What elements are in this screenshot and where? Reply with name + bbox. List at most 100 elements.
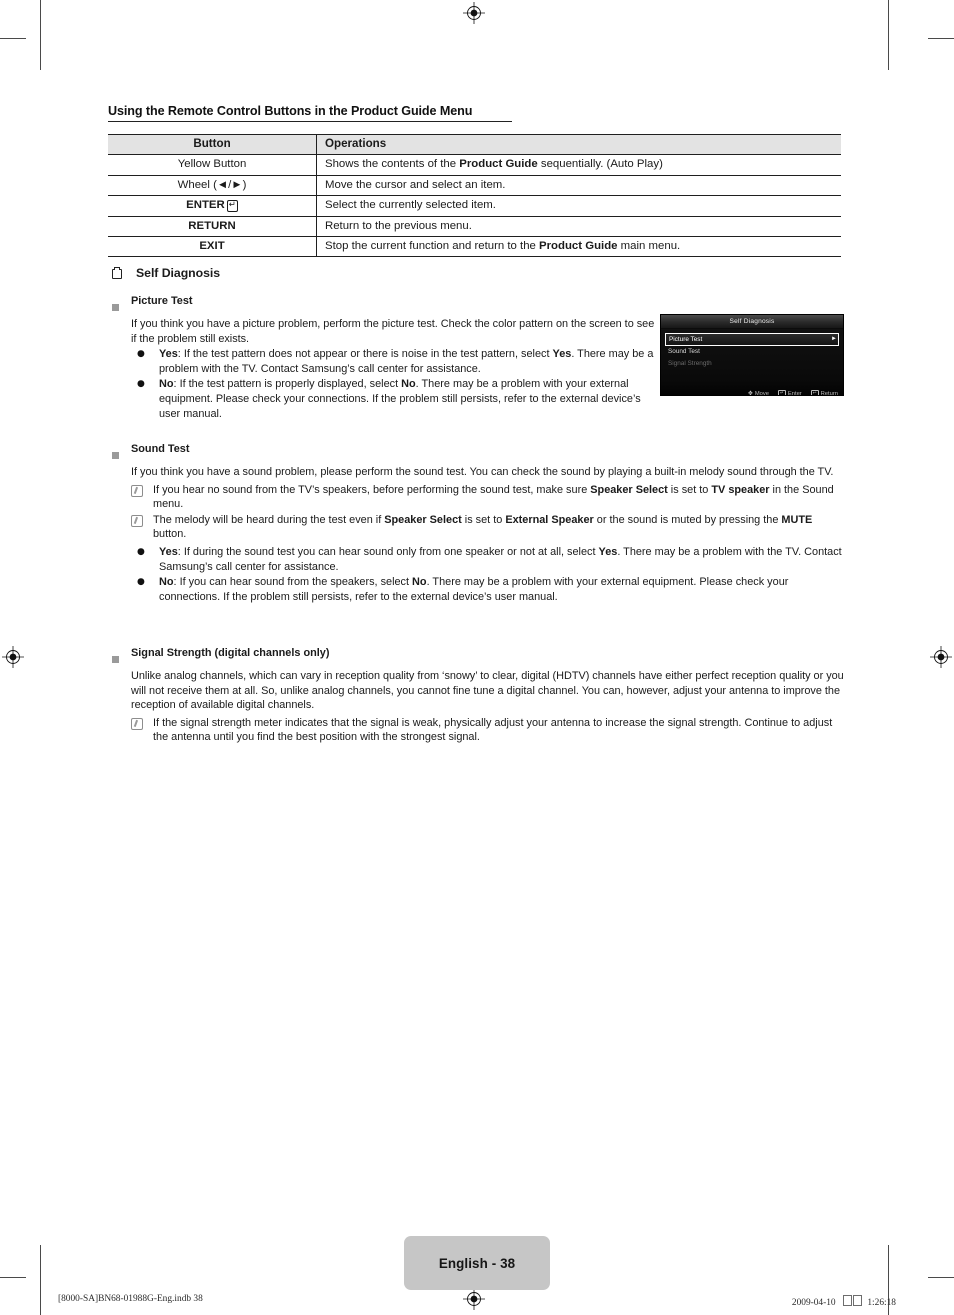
note-text: The melody will be heard during the test… [153, 513, 845, 542]
note-pencil-icon [131, 716, 153, 730]
note-pencil-icon [131, 513, 153, 527]
button-label: RETURN [188, 219, 236, 232]
button-label: EXIT [199, 240, 225, 253]
body-text: is set to [461, 513, 506, 526]
body-text: Return to the previous menu. [325, 219, 472, 232]
body-text: : If you can hear sound from the speaker… [173, 576, 413, 589]
list-item: ● Yes: If during the sound test you can h… [131, 545, 845, 574]
body-text: : If during the sound test you can hear … [177, 545, 599, 558]
button-label: ENTER [186, 198, 225, 211]
page-title: Using the Remote Control Buttons in the … [108, 104, 846, 122]
page-title-underline [108, 121, 512, 122]
crop-mark-bottom-left [40, 1245, 41, 1315]
osd-hint: ↩ Return [810, 390, 838, 396]
print-time: 1:26:18 [867, 1298, 896, 1308]
registration-mark-left [2, 646, 24, 668]
sound-test-title: Sound Test [131, 443, 190, 455]
emphasis-text: No [401, 378, 416, 391]
osd-menu-item-label: Signal Strength [668, 360, 712, 367]
filled-square-icon [112, 646, 131, 668]
note-item: If the signal strength meter indicates t… [131, 716, 845, 745]
picture-test-title: Picture Test [131, 295, 193, 307]
body-text: If the signal strength meter indicates t… [153, 716, 833, 744]
emphasis-text: Speaker Select [590, 483, 668, 496]
emphasis-text: Yes [159, 348, 178, 361]
signal-strength-notes: If the signal strength meter indicates t… [112, 716, 845, 745]
section-self-diagnosis-title: Self Diagnosis [136, 266, 221, 280]
subsection-sound-test: Sound Test If you think you have a sound… [112, 442, 845, 604]
emphasis-text: MUTE [781, 513, 813, 526]
note-text: If you hear no sound from the TV’s speak… [153, 483, 845, 512]
osd-hint-label: Return [820, 390, 838, 396]
body-text: The melody will be heard during the test… [153, 513, 385, 526]
osd-hint: ↵ Enter [778, 390, 802, 396]
crop-mark-right-bottom [928, 1277, 954, 1278]
picture-test-header: Picture Test [112, 294, 656, 316]
tv-osd-screenshot: Self Diagnosis Picture Test ► Sound Test Si… [660, 314, 844, 396]
body-text: Stop the current function and return to … [325, 240, 540, 253]
osd-menu-item[interactable]: Signal Strength [665, 358, 839, 370]
emphasis-text: No [159, 378, 174, 391]
table-cell-operations: Select the currently selected item. [316, 195, 841, 217]
bullet-dot-icon: ● [137, 349, 145, 360]
emphasis-text: Yes [598, 545, 618, 558]
osd-footer-hints: ✥ Move ↵ Enter ↩ Return [748, 390, 838, 396]
osd-menu-item-label: Picture Test [669, 336, 703, 343]
osd-menu-item[interactable]: Picture Test ► [665, 333, 839, 346]
emphasis-text: Speaker Select [384, 513, 462, 526]
sound-test-notes: If you hear no sound from the TV’s speak… [112, 483, 845, 542]
picture-test-bullets: ● Yes: If the test pattern does not appea… [112, 347, 656, 421]
table-cell-operations: Return to the previous menu. [316, 216, 841, 238]
table-row: EXIT Stop the current function and return… [108, 236, 841, 258]
list-item-text: No: If you can hear sound from the speak… [159, 575, 845, 604]
list-item-text: Yes: If the test pattern does not appear… [159, 347, 656, 376]
unrendered-glyph [853, 1295, 863, 1306]
emphasis-text: Product Guide [459, 158, 538, 171]
osd-hint-label: Enter [787, 390, 802, 396]
emphasis-text: External Speaker [505, 513, 594, 526]
osd-menu-item[interactable]: Sound Test [665, 346, 839, 358]
table-cell-button: EXIT [108, 236, 317, 258]
crop-mark-top-left [40, 0, 41, 70]
osd-body: Picture Test ► Sound Test Signal Strength ✥… [661, 329, 843, 396]
emphasis-text: Yes [159, 545, 178, 558]
unrendered-glyph [843, 1295, 853, 1306]
sound-test-intro: If you think you have a sound problem, p… [131, 466, 834, 478]
note-item: The melody will be heard during the test… [131, 513, 845, 542]
sound-test-bullets: ● Yes: If during the sound test you can h… [112, 545, 845, 604]
body-text: Shows the contents of the [325, 158, 460, 171]
list-item-text: No: If the test pattern is properly disp… [159, 377, 656, 421]
table-cell-operations: Move the cursor and select an item. [316, 175, 841, 196]
section-self-diagnosis-header: Self Diagnosis [112, 266, 712, 282]
bullet-dot-icon: ● [137, 379, 145, 390]
filled-square-icon [112, 294, 131, 316]
crop-mark-top-right [888, 0, 889, 70]
osd-hint-label: Move [754, 390, 770, 396]
page-number-badge: English - 38 [404, 1236, 550, 1290]
open-square-icon [112, 266, 136, 282]
body-text: is set to [667, 483, 712, 496]
table-cell-button: RETURN [108, 216, 317, 238]
bullet-dot-icon: ● [137, 577, 145, 588]
list-item-text: Yes: If during the sound test you can he… [159, 545, 845, 574]
osd-menu-list: Picture Test ► Sound Test Signal Strength [661, 333, 843, 370]
osd-hint: ✥ Move [748, 390, 770, 396]
emphasis-text: TV speaker [711, 483, 770, 496]
table-header-operations: Operations [316, 133, 841, 156]
note-text: If the signal strength meter indicates t… [153, 716, 845, 745]
table-cell-button: ENTER ↵ [108, 195, 317, 217]
subsection-signal-strength: Signal Strength (digital channels only) … [112, 646, 845, 745]
crop-mark-right-top [928, 38, 954, 39]
print-job-filename: [8000-SA]BN68-01988G-Eng.indb 38 [58, 1294, 203, 1304]
table-row: Wheel (◄/►) Move the cursor and select an… [108, 175, 841, 196]
subsection-picture-test: Picture Test If you think you have a pic… [112, 294, 656, 421]
bullet-dot-icon: ● [137, 546, 145, 557]
body-text: : If the test pattern is properly displa… [173, 378, 402, 391]
enter-key-icon: ↵ [778, 390, 786, 396]
osd-title: Self Diagnosis [661, 315, 843, 329]
sound-test-header: Sound Test [112, 442, 845, 464]
table-cell-button: Wheel (◄/►) [108, 175, 317, 196]
note-item: If you hear no sound from the TV’s speak… [131, 483, 845, 512]
osd-menu-item-label: Sound Test [668, 348, 700, 355]
body-text: or the sound is muted by pressing the [593, 513, 782, 526]
